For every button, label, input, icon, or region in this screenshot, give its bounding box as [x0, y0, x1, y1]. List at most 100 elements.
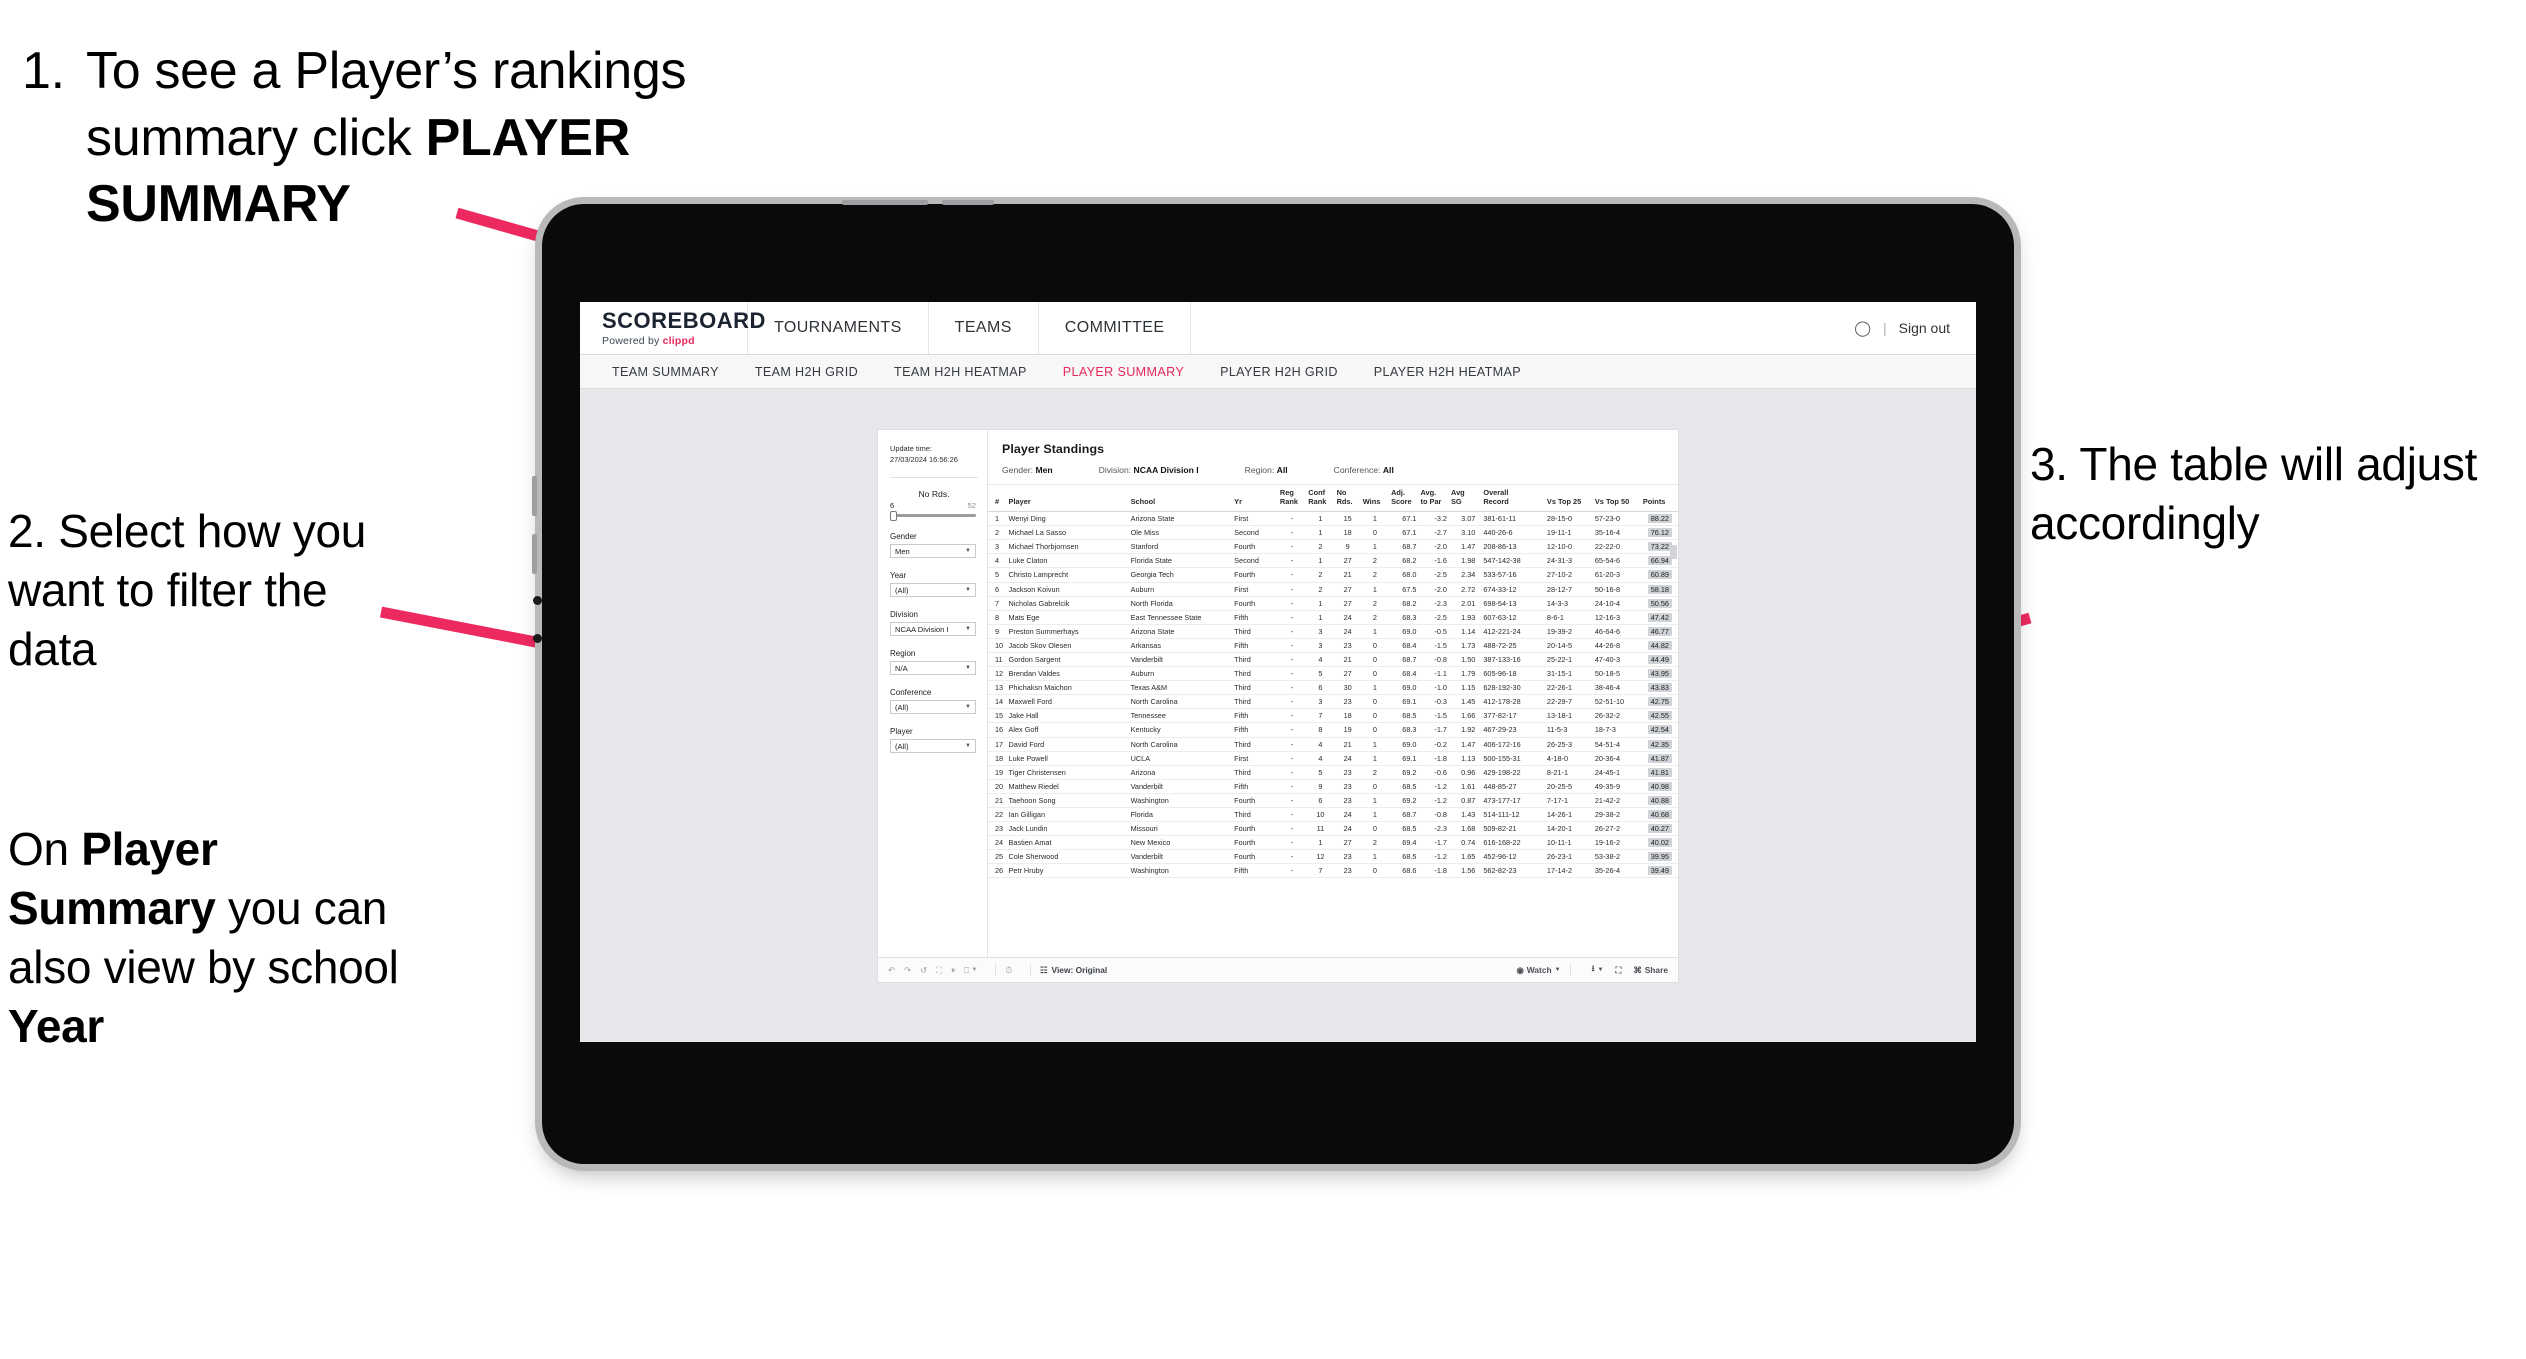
table-row[interactable]: 10 Jacob Skov Olesen Arkansas Fifth -3 23 0 68.… [988, 638, 1678, 653]
filter-panel: Update time: 27/03/2024 16:56:26 No Rds.… [878, 430, 988, 957]
subnav-team-h2h-grid[interactable]: TEAM H2H GRID [737, 365, 876, 379]
filter-player-select[interactable]: (All) ▼ [890, 739, 976, 754]
table-row[interactable]: 2 Michael La Sasso Ole Miss Second -1 18 0 67.1… [988, 525, 1678, 541]
th-overall-record[interactable]: Overall Record [1477, 485, 1545, 513]
th-yr[interactable]: Yr [1232, 485, 1278, 513]
cell-yr: Second [1232, 525, 1278, 541]
subnav-team-h2h-heatmap[interactable]: TEAM H2H HEATMAP [876, 365, 1045, 379]
top-nav-tournaments[interactable]: TOURNAMENTS [748, 302, 929, 354]
th-conf-rank[interactable]: Conf Rank [1306, 485, 1335, 513]
cell-player: Taehoon Song [1006, 793, 1129, 809]
top-nav-teams[interactable]: TEAMS [929, 302, 1039, 354]
table-row[interactable]: 11 Gordon Sargent Vanderbilt Third -4 21 0 68.7… [988, 652, 1678, 668]
chevron-down-icon: ▼ [965, 626, 971, 633]
cell-overall-record: 473-177-17 [1477, 793, 1545, 809]
sign-out-link[interactable]: Sign out [1899, 320, 1950, 336]
filter-gender-select[interactable]: Men ▼ [890, 544, 976, 559]
cell-player: Christo Lamprecht [1006, 567, 1129, 583]
table-row[interactable]: 1 Wenyi Ding Arizona State First -1 15 1 67.1 -3… [988, 511, 1678, 527]
user-icon[interactable]: ◯ [1854, 319, 1871, 337]
table-row[interactable]: 25 Cole Sherwood Vanderbilt Fourth -12 23 1 68.… [988, 849, 1678, 865]
standings-table-scroll[interactable]: # Player School Yr Reg Rank Conf Rank No Rd… [988, 485, 1678, 957]
redo-icon[interactable]: ↷ [904, 965, 911, 975]
pause-updates-icon[interactable]: ⏸ [951, 965, 955, 976]
th-vs-top-25[interactable]: Vs Top 25 [1544, 485, 1593, 513]
th-wins[interactable]: Wins [1360, 485, 1390, 513]
refresh-icon[interactable]: ⛶ [936, 965, 942, 976]
table-row[interactable]: 22 Ian Gilligan Florida Third -10 24 1 68.7 -0.8… [988, 807, 1678, 823]
subnav-team-summary[interactable]: TEAM SUMMARY [594, 365, 737, 379]
table-row[interactable]: 16 Alex Goff Kentucky Fifth -8 19 0 68.3 -1.7 1.9… [988, 722, 1678, 738]
revert-icon[interactable]: ↺ [920, 965, 927, 975]
cell-adj-score: 69.0 [1389, 624, 1419, 639]
th-reg-rank[interactable]: Reg Rank [1277, 485, 1307, 513]
table-row[interactable]: 12 Brendan Valdes Auburn Third -5 27 0 68.4 -1.1… [988, 666, 1678, 682]
filter-no-rounds-slider[interactable]: No Rds. 6 52 [890, 489, 978, 521]
cell-: 5 [988, 567, 1007, 583]
table-row[interactable]: 20 Matthew Riedel Vanderbilt Fifth -9 23 0 68.5… [988, 779, 1678, 794]
filter-division-select[interactable]: NCAA Division I ▼ [890, 622, 976, 637]
th-no-rds[interactable]: No Rds. [1334, 485, 1361, 513]
th-points[interactable]: Points [1640, 485, 1678, 513]
th-player[interactable]: Player [1006, 485, 1129, 513]
table-row[interactable]: 26 Petr Hruby Washington Fifth -7 23 0 68.6 -1.8… [988, 863, 1678, 879]
slider-track[interactable] [890, 510, 976, 521]
table-row[interactable]: 6 Jackson Koivun Auburn First -2 27 1 67.5 -2.0 2… [988, 582, 1678, 597]
cell-conf-rank: 1 [1306, 835, 1335, 851]
table-row[interactable]: 24 Bastien Amat New Mexico Fourth -1 27 2 69.4-… [988, 835, 1678, 851]
cell-adj-score: 68.2 [1389, 596, 1419, 611]
table-row[interactable]: 15 Jake Hall Tennessee Fifth -7 18 0 68.5 -1.5 1.… [988, 708, 1678, 724]
cell-points: 60.89 [1640, 567, 1678, 583]
filter-year-select[interactable]: (All) ▼ [890, 583, 976, 598]
th-avg-to-par[interactable]: Avg. to Par [1418, 485, 1449, 513]
share-button[interactable]: ⌘ Share [1633, 965, 1668, 975]
table-row[interactable]: 13 Phichaksn Maichon Texas A&M Third -6 30 1 69… [988, 680, 1678, 696]
table-row[interactable]: 9 Preston Summerhays Arizona State Third -3 2… [988, 624, 1678, 639]
table-row[interactable]: 19 Tiger Christensen Arizona Third -5 23 2 69.2… [988, 765, 1678, 780]
table-row[interactable]: 3 Michael Thorbjornsen Stanford Fourth -2 9 1 6… [988, 539, 1678, 555]
subnav-player-summary[interactable]: PLAYER SUMMARY [1045, 365, 1202, 379]
subnav-player-h2h-heatmap[interactable]: PLAYER H2H HEATMAP [1356, 365, 1539, 379]
view-icon: ☷ [1040, 965, 1048, 975]
th-school[interactable]: School [1128, 485, 1233, 513]
table-row[interactable]: 4 Luke Claton Florida State Second -1 27 2 68.2… [988, 553, 1678, 569]
table-row[interactable]: 17 David Ford North Carolina Third -4 21 1 69.0… [988, 737, 1678, 752]
clock-history-icon[interactable]: ⏱ [1005, 965, 1012, 976]
filter-conference-select[interactable]: (All) ▼ [890, 700, 976, 715]
cell-avg-to-par: -2.0 [1418, 582, 1449, 597]
subnav-player-h2h-grid[interactable]: PLAYER H2H GRID [1202, 365, 1356, 379]
points-value: 50.56 [1647, 598, 1672, 608]
table-row[interactable]: 5 Christo Lamprecht Georgia Tech Fourth -2 21… [988, 567, 1678, 583]
cell-no-rds: 23 [1334, 863, 1361, 879]
th-rank[interactable]: # [988, 485, 1007, 513]
cell-: 6 [988, 582, 1007, 597]
points-value: 39.49 [1647, 866, 1672, 876]
cell-yr: Fifth [1232, 779, 1278, 794]
table-row[interactable]: 18 Luke Powell UCLA First -4 24 1 69.1 -1.8 1.13 5… [988, 751, 1678, 766]
view-original-button[interactable]: ☷ View: Original [1040, 965, 1107, 975]
update-time-label: Update time: [890, 444, 932, 453]
slider-handle[interactable] [890, 510, 897, 521]
undo-icon[interactable]: ↶ [888, 965, 895, 975]
top-nav-committee[interactable]: COMMITTEE [1039, 302, 1192, 354]
standings-table-wrap: Player Standings Gender: Men Division: N… [988, 430, 1678, 957]
cell-avg-sg: 3.07 [1449, 511, 1478, 527]
watch-button[interactable]: ◉ Watch ▼ [1516, 965, 1560, 975]
viz-filter-region: Region: All [1245, 465, 1288, 475]
table-row[interactable]: 14 Maxwell Ford North Carolina Third -3 23 0 69… [988, 694, 1678, 710]
filter-region-select[interactable]: N/A ▼ [890, 661, 976, 676]
table-row[interactable]: 23 Jack Lundin Missouri Fourth -11 24 0 68.5 -2.… [988, 821, 1678, 837]
th-avg-sg[interactable]: Avg SG [1449, 485, 1478, 513]
brand-logo[interactable]: SCOREBOARD Powered by clippd [580, 302, 765, 354]
table-row[interactable]: 8 Mats Ege East Tennessee State Fifth -1 24 2 6… [988, 610, 1678, 625]
table-row[interactable]: 21 Taehoon Song Washington Fourth -6 23 1 69.2-… [988, 793, 1678, 809]
th-vs-top-50[interactable]: Vs Top 50 [1592, 485, 1641, 513]
view-original-dropdown-icon[interactable]: ⎕ ▼ [964, 965, 977, 976]
cell-school: East Tennessee State [1128, 610, 1233, 625]
download-button[interactable]: ⭳ ▼ [1592, 963, 1604, 977]
table-scrollbar-thumb[interactable] [1670, 545, 1677, 559]
fullscreen-button[interactable]: ⛶ [1615, 965, 1621, 976]
cell-overall-record: 381-61-11 [1477, 511, 1545, 527]
th-adj-score[interactable]: Adj. Score [1389, 485, 1419, 513]
table-row[interactable]: 7 Nicholas Gabrelcik North Florida Fourth -1… [988, 596, 1678, 611]
